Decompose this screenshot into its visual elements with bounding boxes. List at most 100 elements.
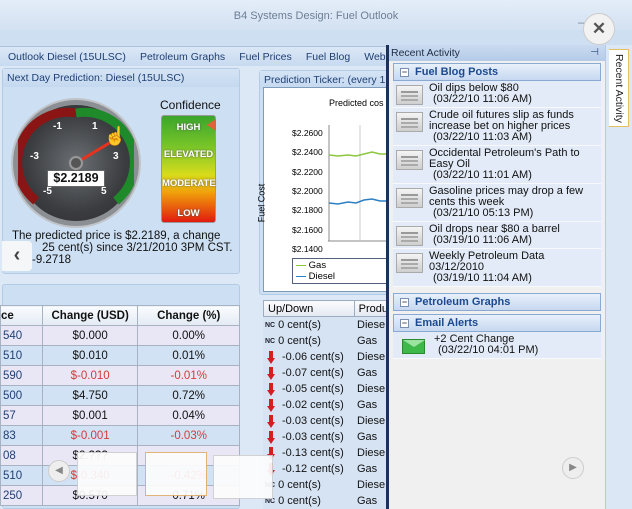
column-header[interactable]: Change (%) [137,305,240,326]
table-cell: $-0.010 [41,365,139,386]
list-item[interactable]: +2 Cent Change (03/22/10 04:01 PM) [393,332,601,359]
list-item[interactable]: Occidental Petroleum's Path to Easy Oil(… [393,146,601,184]
thumbnail[interactable] [213,455,273,499]
collapse-icon[interactable]: − [400,318,409,328]
gas-series-line [328,151,388,157]
collapse-icon[interactable]: − [400,297,409,307]
product-cell: Gas [357,431,378,443]
y-tick-label: $2.2400 [292,147,323,158]
back-arrow-button[interactable]: ‹ [2,241,32,271]
confidence-moderate: MODERATE [162,178,216,189]
list-item[interactable]: -0.05 cent(s) Diese [263,381,389,397]
next-button[interactable]: ▶ [562,457,584,479]
gauge-tick: 3 [113,151,119,162]
recent-activity-side-tab[interactable]: Recent Activity [605,45,632,509]
tab-petroleum-graphs[interactable]: Petroleum Graphs [140,47,225,66]
list-item[interactable]: -0.02 cent(s) Gas [263,397,389,413]
list-item[interactable]: -0.13 cent(s) Diese [263,445,389,461]
pin-icon[interactable]: ⊣ [590,45,599,61]
tab-outlook-diesel[interactable]: Outlook Diesel (15ULSC) [8,47,126,66]
product-cell: Diese [357,319,386,331]
y-tick-label: $2.2600 [292,128,323,138]
table-row[interactable]: 510 $0.010 0.01% [0,345,240,366]
confidence-meter: HIGH ELEVATED MODERATE LOW [161,115,216,223]
thumbnail[interactable] [77,452,137,496]
tab-fuel-prices[interactable]: Fuel Prices [239,47,292,66]
table-cell: $0.001 [41,405,139,426]
expand-icon[interactable]: ✕ [583,13,615,45]
item-time: (03/19/10 11:06 AM) [433,234,532,246]
list-item[interactable]: -0.03 cent(s) Diese [263,413,389,429]
column-header[interactable]: Change (USD) [41,305,139,326]
gauge-tick: 1 [92,121,98,132]
change-value: -0.07 cent(s) [282,367,344,379]
product-cell: Gas [357,463,378,475]
product-cell: Diese [357,415,386,427]
thumbnail[interactable] [145,452,207,496]
chart-legend: Gas Diesel [292,258,390,284]
list-item[interactable]: Crude oil futures slip as funds increase… [393,108,601,146]
item-time: (03/22/10 11:01 AM) [433,169,532,181]
gauge-tick: -5 [43,186,52,197]
hand-cursor-icon: ☝ [104,126,127,146]
group-email-alerts[interactable]: − Email Alerts [393,314,601,332]
y-tick-label: $2.2200 [292,166,323,177]
no-change-icon: NC [265,337,276,345]
item-time: (03/19/10 11:04 AM) [433,272,532,284]
list-item[interactable]: Oil drops near $80 a barrel (03/19/10 11:… [393,222,601,249]
list-item[interactable]: Oil dips below $80 (03/22/10 11:06 AM) [393,81,601,108]
group-fuel-blog-posts[interactable]: − Fuel Blog Posts [393,63,601,81]
group-label: Email Alerts [415,317,479,329]
list-item[interactable]: NC 0 cent(s) Gas [263,493,389,509]
change-value: -0.06 cent(s) [282,351,344,363]
group-petroleum-graphs[interactable]: − Petroleum Graphs [393,293,601,311]
recent-activity-title: Recent Activity ⊣ [389,45,605,61]
table-cell: -0.03% [137,425,240,446]
list-item[interactable]: -0.07 cent(s) Gas [263,365,389,381]
gauge-tick: -3 [30,151,39,162]
prediction-description: The predicted price is $2.2189, a change… [12,230,242,266]
table-row[interactable]: 500 $4.750 0.72% [0,385,240,406]
list-item[interactable]: NC0 cent(s)Diese [263,477,389,493]
pane-title: Recent Activity [391,47,460,59]
list-item[interactable]: NC 0 cent(s) Gas [263,333,389,349]
column-header[interactable]: Up/Down [264,301,355,316]
collapse-icon[interactable]: − [400,67,409,77]
y-tick-label: $2.1400 [292,243,323,254]
item-title: Occidental Petroleum's Path to Easy Oil [429,147,580,170]
updown-cell: NC0 cent(s) [263,495,355,507]
item-text: Crude oil futures slip as funds increase… [429,110,601,143]
table-row[interactable]: 83 $-0.001 -0.03% [0,425,240,446]
product-cell: Diese [357,479,386,491]
title-bar: B4 Systems Design: Fuel Outlook –▫× [0,0,632,30]
table-row[interactable]: 540 $0.000 0.00% [0,325,240,346]
list-item[interactable]: -0.06 cent(s) Diese [263,349,389,365]
gauge-value: $2.2189 [47,170,105,187]
table-row[interactable]: 57 $0.001 0.04% [0,405,240,426]
prev-button[interactable]: ◀ [48,460,70,482]
updown-cell: -0.07 cent(s) [263,366,355,380]
updown-cell: NC0 cent(s) [263,479,355,491]
item-time: (03/22/10 11:03 AM) [433,131,532,143]
list-item[interactable]: -0.03 cent(s) Gas [263,429,389,445]
item-text: Weekly Petroleum Data 03/12/2010 (03/19/1… [429,251,601,284]
item-title: Weekly Petroleum Data 03/12/2010 [429,250,545,273]
column-header[interactable]: ce [0,305,43,326]
list-item[interactable]: -0.12 cent(s) Gas [263,461,389,477]
table-row[interactable]: 590 $-0.010 -0.01% [0,365,240,386]
column-header[interactable]: Produ [355,301,388,316]
updown-cell: -0.03 cent(s) [263,414,355,428]
item-title: Crude oil futures slip as funds increase… [429,109,574,132]
side-tab-label[interactable]: Recent Activity [609,49,629,127]
table-cell: 590 [0,365,43,386]
change-value: -0.03 cent(s) [282,431,344,443]
product-cell: Gas [357,335,378,347]
list-item[interactable]: NC0 cent(s)Diese [263,317,389,333]
list-item[interactable]: Gasoline prices may drop a few cents thi… [393,184,601,222]
product-cell: Diese [357,383,386,395]
legend-gas: Gas [296,260,386,271]
list-item[interactable]: Weekly Petroleum Data 03/12/2010 (03/19/1… [393,249,601,287]
item-text: Gasoline prices may drop a few cents thi… [429,186,601,219]
price-gauge [13,100,139,226]
tab-fuel-blog[interactable]: Fuel Blog [306,47,350,66]
